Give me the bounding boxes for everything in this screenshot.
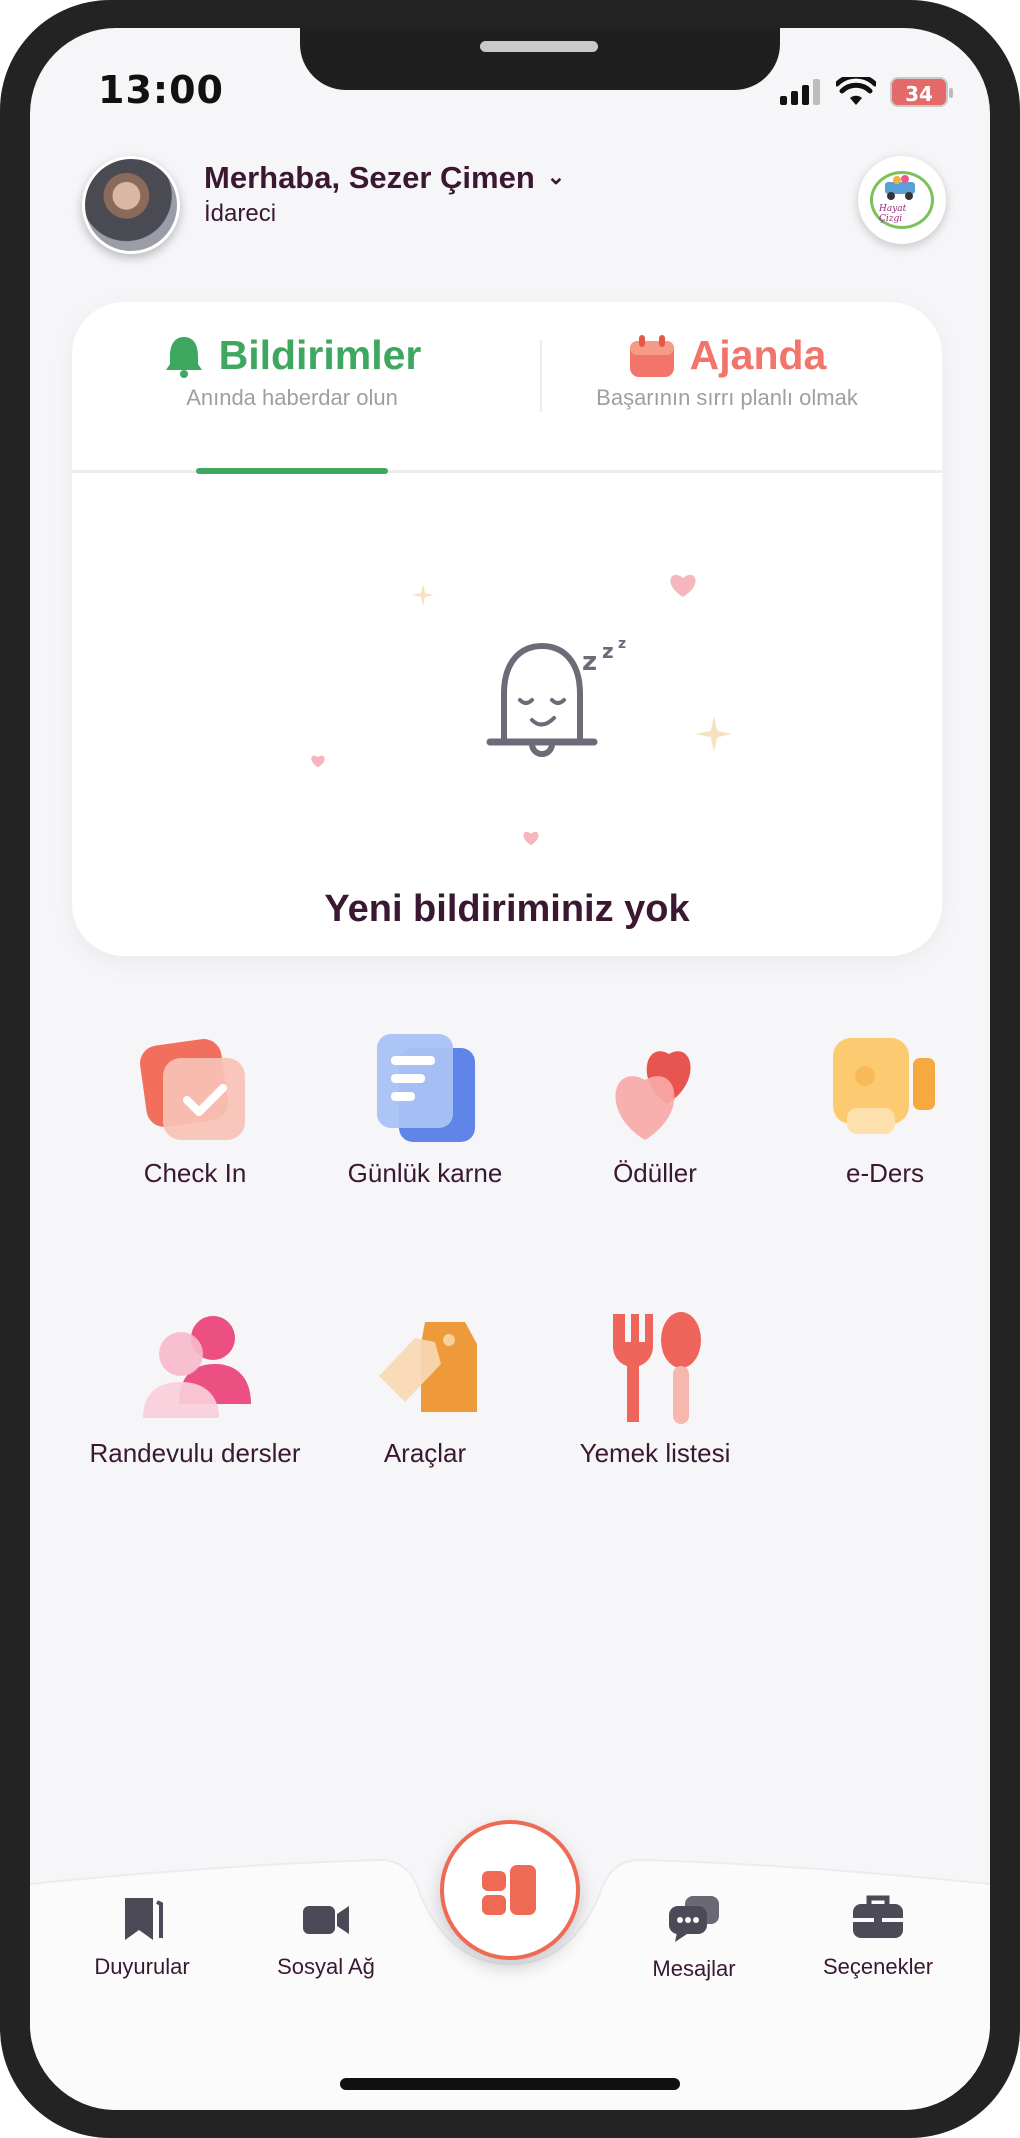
dashboard-icon [482, 1865, 536, 1915]
tab-ajanda[interactable]: Ajanda Başarının sırrı planlı olmak [512, 302, 942, 442]
menu-araclar-label: Araçlar [383, 1438, 467, 1468]
chat-icon [669, 1896, 719, 1942]
tab-bildirimler[interactable]: Bildirimler Anında haberdar olun [72, 302, 512, 442]
svg-text:z: z [618, 636, 626, 652]
tab-ajanda-title: Ajanda [689, 332, 827, 378]
calendar-icon [629, 334, 674, 377]
menu-yemek-listesi-label: Yemek listesi [579, 1438, 731, 1468]
menu-randevulu-dersler-label: Randevulu dersler [89, 1438, 301, 1468]
bell-icon [165, 336, 202, 378]
svg-text:z: z [582, 647, 597, 677]
tab-active-indicator [196, 468, 388, 474]
menu-e-ders-label: e-Ders [845, 1158, 924, 1188]
greeting-text: Merhaba, Sezer Çimen [204, 160, 535, 195]
briefcase-icon [853, 1895, 903, 1938]
status-icons: 34 [780, 76, 953, 108]
notch [300, 28, 780, 90]
video-icon [303, 1906, 349, 1934]
nav-sosyal-ag-label: Sosyal Ağ [277, 1954, 375, 1979]
nav-secenekler-label: Seçenekler [822, 1954, 934, 1979]
nav-mesajlar-label: Mesajlar [652, 1956, 736, 1981]
hearts-icon [615, 1051, 691, 1140]
battery-icon: 34 [890, 77, 953, 107]
menu-gunluk-karne[interactable]: Günlük karne [310, 1028, 540, 1188]
school-logo-emblem: Hayat Çizgi [870, 171, 934, 229]
school-logo-text: Hayat Çizgi [879, 204, 907, 224]
daily-report-icon [377, 1034, 475, 1142]
svg-text:z: z [602, 639, 614, 663]
nav-sosyal-ag[interactable]: Sosyal Ağ [246, 1894, 406, 1980]
heart-sparkle-icon [311, 755, 325, 768]
nav-duyurular[interactable]: Duyurular [62, 1894, 222, 1980]
tab-ajanda-subtitle: Başarının sırrı planlı olmak [596, 385, 858, 410]
notifications-card: Bildirimler Anında haberdar olun Ajanda … [72, 302, 942, 956]
menu-oduller-label: Ödüller [613, 1158, 697, 1188]
video-camera-icon [833, 1038, 935, 1134]
fork-spoon-icon [613, 1312, 701, 1424]
sleeping-bell-icon: z z z [486, 636, 626, 757]
school-logo[interactable]: Hayat Çizgi [858, 156, 946, 244]
sparkle-icon [696, 716, 732, 752]
avatar[interactable] [82, 156, 180, 254]
chevron-down-icon: ⌄ [546, 164, 566, 189]
tab-bildirimler-title: Bildirimler [218, 332, 422, 378]
menu-e-ders[interactable]: e-Ders [770, 1028, 990, 1188]
menu-check-in[interactable]: Check In [80, 1028, 310, 1188]
nav-duyurular-label: Duyurular [94, 1954, 190, 1979]
empty-state-message: Yeni bildiriminiz yok [324, 888, 690, 930]
nav-mesajlar[interactable]: Mesajlar [614, 1894, 774, 1982]
app-screen: 13:00 34 Merhaba, Sezer Çimen ⌄ İdareci [30, 28, 990, 2110]
wifi-icon [836, 77, 876, 105]
heart-sparkle-icon [523, 831, 539, 846]
bookmark-icon [125, 1898, 163, 1940]
tag-icon [379, 1322, 477, 1412]
speaker [480, 41, 598, 52]
menu-oduller[interactable]: Ödüller [540, 1028, 770, 1188]
status-time: 13:00 [98, 68, 224, 112]
user-switcher[interactable]: Merhaba, Sezer Çimen ⌄ [204, 160, 565, 196]
menu-randevulu-dersler[interactable]: Randevulu dersler [80, 1308, 310, 1468]
menu-yemek-listesi[interactable]: Yemek listesi [540, 1308, 770, 1468]
tab-bildirimler-subtitle: Anında haberdar olun [186, 385, 398, 410]
menu-gunluk-karne-label: Günlük karne [347, 1158, 503, 1188]
user-role: İdareci [204, 200, 277, 227]
nav-secenekler[interactable]: Seçenekler [798, 1894, 958, 1980]
phone-frame: 13:00 34 Merhaba, Sezer Çimen ⌄ İdareci [0, 0, 1020, 2138]
people-icon [143, 1316, 251, 1418]
menu-check-in-label: Check In [143, 1158, 247, 1188]
check-in-icon [140, 1039, 245, 1140]
menu-araclar[interactable]: Araçlar [310, 1308, 540, 1468]
sparkle-icon [412, 584, 434, 606]
school-logo-art [885, 175, 915, 200]
heart-sparkle-icon [670, 574, 696, 597]
signal-icon [780, 79, 820, 105]
home-indicator[interactable] [340, 2078, 680, 2090]
dashboard-button[interactable] [440, 1820, 580, 1960]
